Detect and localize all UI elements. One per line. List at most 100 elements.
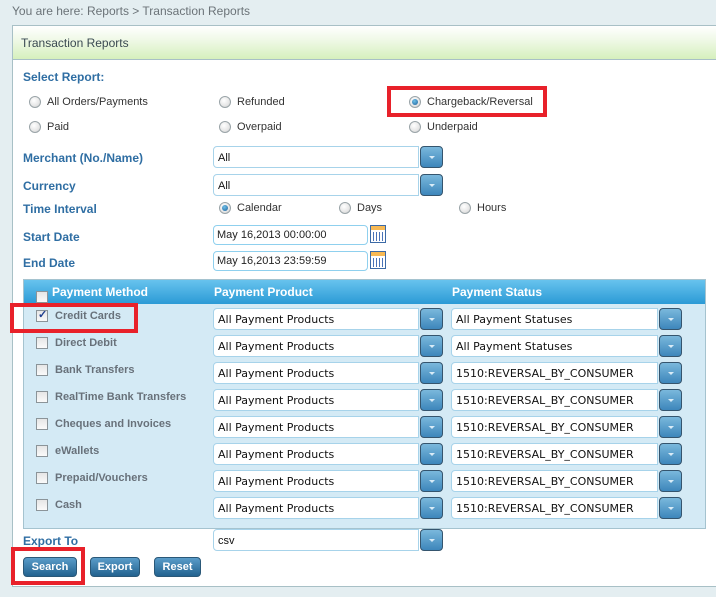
panel-title: Transaction Reports bbox=[13, 26, 716, 60]
payment-method-label: Credit Cards bbox=[55, 310, 122, 322]
merchant-select[interactable]: All bbox=[213, 146, 443, 168]
chevron-down-icon[interactable] bbox=[659, 362, 682, 384]
payment-product-value: All Payment Products bbox=[213, 335, 419, 357]
checkbox-icon bbox=[36, 445, 48, 457]
chevron-down-icon[interactable] bbox=[659, 416, 682, 438]
export-format-value: csv bbox=[213, 529, 419, 551]
chevron-down-icon[interactable] bbox=[659, 443, 682, 465]
payment-status-select[interactable]: 1510:REVERSAL_BY_CONSUMER bbox=[451, 389, 682, 411]
radio-all-orders[interactable]: All Orders/Payments bbox=[29, 96, 148, 108]
radio-days[interactable]: Days bbox=[339, 202, 382, 214]
radio-underpaid[interactable]: Underpaid bbox=[409, 121, 478, 133]
payment-method-checkbox[interactable]: Cash bbox=[36, 499, 82, 511]
payment-status-value: All Payment Statuses bbox=[451, 308, 658, 330]
payment-status-select[interactable]: 1510:REVERSAL_BY_CONSUMER bbox=[451, 470, 682, 492]
chevron-down-icon[interactable] bbox=[420, 529, 443, 551]
chevron-down-icon[interactable] bbox=[420, 335, 443, 357]
payment-product-select[interactable]: All Payment Products bbox=[213, 362, 443, 384]
payment-method-checkbox[interactable]: RealTime Bank Transfers bbox=[36, 391, 186, 403]
table-row: Cash All Payment Products 1510:REVERSAL_BY… bbox=[24, 495, 705, 522]
chevron-down-icon[interactable] bbox=[420, 470, 443, 492]
payment-status-select[interactable]: 1510:REVERSAL_BY_CONSUMER bbox=[451, 362, 682, 384]
currency-label: Currency bbox=[23, 179, 76, 193]
radio-icon bbox=[29, 96, 41, 108]
payment-status-value: 1510:REVERSAL_BY_CONSUMER bbox=[451, 362, 658, 384]
payment-product-value: All Payment Products bbox=[213, 497, 419, 519]
chevron-down-icon[interactable] bbox=[420, 416, 443, 438]
time-interval-label: Time Interval bbox=[23, 202, 97, 216]
payment-status-value: 1510:REVERSAL_BY_CONSUMER bbox=[451, 389, 658, 411]
chevron-down-icon[interactable] bbox=[659, 470, 682, 492]
select-report-label: Select Report: bbox=[23, 70, 105, 84]
chevron-down-icon[interactable] bbox=[420, 443, 443, 465]
radio-icon bbox=[409, 121, 421, 133]
payment-method-checkbox[interactable]: Credit Cards bbox=[36, 308, 122, 322]
payment-status-select[interactable]: All Payment Statuses bbox=[451, 308, 682, 330]
payment-method-checkbox[interactable]: Bank Transfers bbox=[36, 364, 134, 376]
search-button[interactable]: Search bbox=[23, 557, 77, 577]
radio-hours[interactable]: Hours bbox=[459, 202, 506, 214]
payment-product-select[interactable]: All Payment Products bbox=[213, 470, 443, 492]
header-payment-product: Payment Product bbox=[214, 285, 313, 299]
table-row: eWallets All Payment Products 1510:REVERSA… bbox=[24, 441, 705, 468]
table-header: Payment Method Payment Product Payment S… bbox=[24, 280, 705, 304]
checkbox-icon bbox=[36, 391, 48, 403]
payment-product-select[interactable]: All Payment Products bbox=[213, 335, 443, 357]
radio-refunded[interactable]: Refunded bbox=[219, 96, 285, 108]
chevron-down-icon[interactable] bbox=[420, 389, 443, 411]
payment-status-select[interactable]: 1510:REVERSAL_BY_CONSUMER bbox=[451, 416, 682, 438]
payment-status-value: 1510:REVERSAL_BY_CONSUMER bbox=[451, 443, 658, 465]
payment-method-checkbox[interactable]: Direct Debit bbox=[36, 337, 117, 349]
radio-icon bbox=[339, 202, 351, 214]
payment-method-label: Direct Debit bbox=[55, 337, 117, 349]
merchant-value: All bbox=[213, 146, 419, 168]
export-to-label: Export To bbox=[23, 534, 79, 548]
start-date-input[interactable]: May 16,2013 00:00:00 bbox=[213, 225, 368, 245]
end-date-input[interactable]: May 16,2013 23:59:59 bbox=[213, 251, 368, 271]
table-row: RealTime Bank Transfers All Payment Produ… bbox=[24, 387, 705, 414]
currency-value: All bbox=[213, 174, 419, 196]
chevron-down-icon[interactable] bbox=[420, 497, 443, 519]
payment-product-select[interactable]: All Payment Products bbox=[213, 308, 443, 330]
payment-product-select[interactable]: All Payment Products bbox=[213, 389, 443, 411]
chevron-down-icon[interactable] bbox=[659, 308, 682, 330]
chevron-down-icon[interactable] bbox=[659, 389, 682, 411]
chevron-down-icon[interactable] bbox=[420, 362, 443, 384]
header-payment-method: Payment Method bbox=[52, 285, 149, 299]
payment-product-select[interactable]: All Payment Products bbox=[213, 497, 443, 519]
payment-product-value: All Payment Products bbox=[213, 470, 419, 492]
reset-button[interactable]: Reset bbox=[154, 557, 201, 577]
payment-status-select[interactable]: 1510:REVERSAL_BY_CONSUMER bbox=[451, 443, 682, 465]
currency-select[interactable]: All bbox=[213, 174, 443, 196]
payment-method-checkbox[interactable]: eWallets bbox=[36, 445, 99, 457]
radio-chargeback-reversal[interactable]: Chargeback/Reversal bbox=[409, 96, 533, 108]
radio-paid[interactable]: Paid bbox=[29, 121, 69, 133]
radio-overpaid[interactable]: Overpaid bbox=[219, 121, 282, 133]
breadcrumb: You are here: Reports > Transaction Repo… bbox=[12, 4, 251, 18]
table-row: Credit Cards All Payment Products All Paym… bbox=[24, 306, 705, 333]
payment-method-checkbox[interactable]: Prepaid/Vouchers bbox=[36, 472, 148, 484]
chevron-down-icon[interactable] bbox=[420, 174, 443, 196]
payment-method-checkbox[interactable]: Cheques and Invoices bbox=[36, 418, 171, 430]
chevron-down-icon[interactable] bbox=[659, 497, 682, 519]
export-format-select[interactable]: csv bbox=[213, 529, 443, 551]
export-button[interactable]: Export bbox=[90, 557, 140, 577]
payment-method-label: RealTime Bank Transfers bbox=[55, 391, 187, 403]
calendar-icon[interactable] bbox=[370, 225, 386, 243]
chevron-down-icon[interactable] bbox=[420, 146, 443, 168]
payment-product-value: All Payment Products bbox=[213, 362, 419, 384]
chevron-down-icon[interactable] bbox=[420, 308, 443, 330]
checkbox-icon bbox=[36, 337, 48, 349]
payment-status-select[interactable]: All Payment Statuses bbox=[451, 335, 682, 357]
table-row: Prepaid/Vouchers All Payment Products 1510… bbox=[24, 468, 705, 495]
payment-status-select[interactable]: 1510:REVERSAL_BY_CONSUMER bbox=[451, 497, 682, 519]
payment-product-select[interactable]: All Payment Products bbox=[213, 443, 443, 465]
start-date-label: Start Date bbox=[23, 230, 80, 244]
payment-product-select[interactable]: All Payment Products bbox=[213, 416, 443, 438]
checkbox-icon bbox=[36, 418, 48, 430]
calendar-icon[interactable] bbox=[370, 251, 386, 269]
radio-checked-icon bbox=[219, 202, 231, 214]
chevron-down-icon[interactable] bbox=[659, 335, 682, 357]
radio-calendar[interactable]: Calendar bbox=[219, 202, 282, 214]
checkbox-icon bbox=[36, 499, 48, 511]
